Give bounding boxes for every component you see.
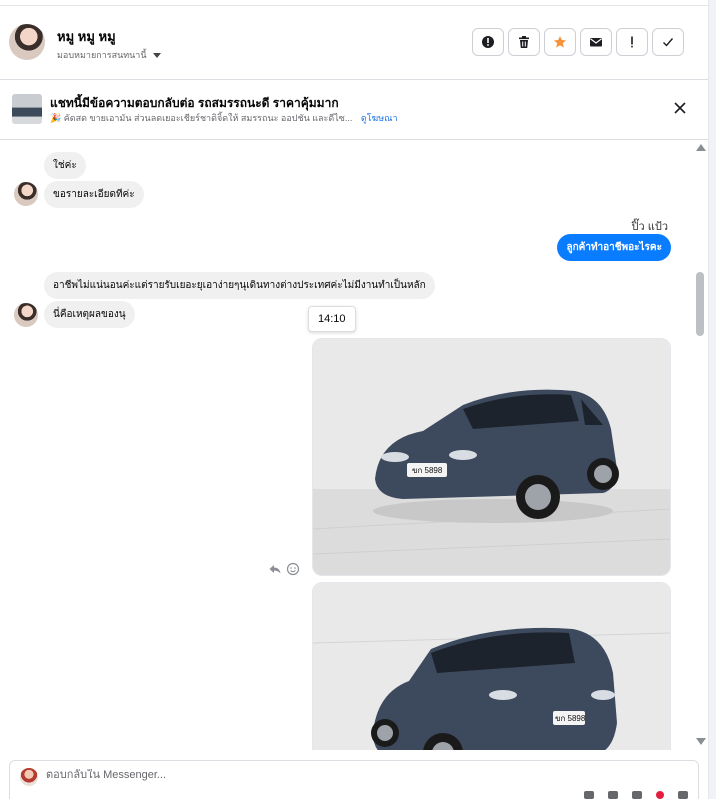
delete-button[interactable] xyxy=(508,28,540,56)
exclamation-icon xyxy=(631,36,633,48)
emoji-icon[interactable] xyxy=(286,562,300,576)
message-bubble-received[interactable]: อาชีพไม่แน่นอนค่ะแต่รายรับเยอะยุเอาง่ายๆ… xyxy=(44,272,435,299)
scroll-down-arrow-icon[interactable] xyxy=(696,738,706,745)
report-spam-button[interactable] xyxy=(472,28,504,56)
svg-text:ขก 5898: ขก 5898 xyxy=(555,714,586,723)
image-attachment[interactable]: ขก 5898 xyxy=(312,582,671,750)
svg-text:ขก 5898: ขก 5898 xyxy=(412,466,443,475)
view-ad-link[interactable]: ดูโฆษณา xyxy=(361,113,398,123)
page-avatar xyxy=(20,768,38,786)
reply-composer xyxy=(9,760,699,799)
ad-subtitle-row: 🎉 คัดสด ขายเอามัน ส่วนลดเยอะเชียร์ชาดิจิ… xyxy=(50,111,398,125)
follow-up-button[interactable] xyxy=(616,28,648,56)
image-attachment[interactable]: ขก 5898 xyxy=(312,338,671,576)
envelope-icon xyxy=(590,38,602,47)
emoji-picker-icon[interactable] xyxy=(632,791,642,799)
trash-icon xyxy=(519,36,529,48)
like-icon[interactable] xyxy=(656,791,664,799)
car-photo: ขก 5898 xyxy=(313,583,670,750)
contact-name[interactable]: หมู หมู หมู xyxy=(57,26,116,47)
ad-context-bar: แชทนี้มีข้อความตอบกลับต่อ รถสมรรถนะดี รา… xyxy=(0,80,708,140)
message-bubble-received[interactable]: นี่คือเหตุผลของนุ xyxy=(44,301,135,328)
ad-subtitle: 🎉 คัดสด ขายเอามัน ส่วนลดเยอะเชียร์ชาดิจิ… xyxy=(50,113,353,123)
right-edge-panel xyxy=(708,0,716,799)
reply-icon[interactable] xyxy=(268,562,282,576)
attachment-icon[interactable] xyxy=(584,791,594,799)
mark-unread-button[interactable] xyxy=(580,28,612,56)
reply-input[interactable] xyxy=(46,769,546,781)
message-reaction-tools xyxy=(268,562,300,576)
caret-down-icon xyxy=(152,52,161,58)
message-bubble-received[interactable]: ใช่ค่ะ xyxy=(44,152,86,179)
car-photo: ขก 5898 xyxy=(313,339,670,575)
alert-circle-icon xyxy=(482,36,494,48)
contact-avatar-small xyxy=(14,182,38,206)
star-button[interactable] xyxy=(544,28,576,56)
message-bubble-sent[interactable]: ลูกค้าทำอาชีพอะไรคะ xyxy=(557,234,671,261)
assign-conversation-dropdown[interactable]: มอบหมายการสนทนานี้ xyxy=(57,48,161,62)
send-icon[interactable] xyxy=(678,791,688,799)
gif-icon[interactable] xyxy=(608,791,618,799)
sender-name: ปิ๊ว แป้ว xyxy=(631,221,668,233)
message-bubble-received[interactable]: ขอรายละเอียดทีค่ะ xyxy=(44,181,144,208)
assign-label: มอบหมายการสนทนานี้ xyxy=(57,50,147,60)
check-icon xyxy=(663,38,674,47)
ad-thumbnail xyxy=(12,94,42,124)
star-icon xyxy=(554,36,566,48)
conversation-header: หมู หมู หมู มอบหมายการสนทนานี้ xyxy=(0,6,708,80)
contact-avatar-small xyxy=(14,303,38,327)
header-actions xyxy=(472,28,684,56)
thread-scrollbar[interactable] xyxy=(692,140,708,750)
close-icon[interactable] xyxy=(672,100,688,116)
composer-tools xyxy=(584,791,688,799)
contact-avatar[interactable] xyxy=(9,24,45,60)
scroll-up-arrow-icon[interactable] xyxy=(696,144,706,151)
timestamp-tooltip: 14:10 xyxy=(308,306,356,332)
message-thread[interactable]: ใช่ค่ะ ขอรายละเอียดทีค่ะ ปิ๊ว แป้ว ลูกค้… xyxy=(0,140,708,750)
scroll-thumb[interactable] xyxy=(696,272,704,336)
mark-done-button[interactable] xyxy=(652,28,684,56)
